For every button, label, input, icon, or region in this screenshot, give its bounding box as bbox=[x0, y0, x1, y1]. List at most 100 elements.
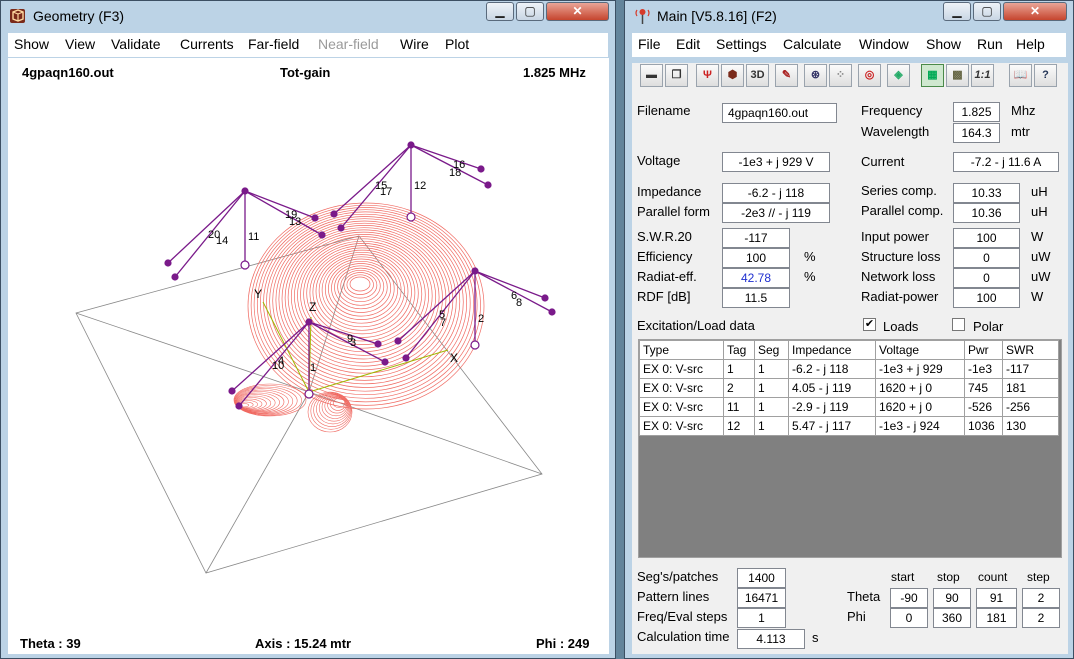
edit-icon[interactable]: ✎ bbox=[775, 64, 798, 87]
freq-steps-field[interactable]: 1 bbox=[737, 608, 786, 628]
cell-tag[interactable]: 2 bbox=[723, 378, 755, 398]
theta-stop-field[interactable]: 90 bbox=[933, 588, 971, 608]
cell-seg[interactable]: 1 bbox=[754, 378, 789, 398]
menu-show[interactable]: Show bbox=[14, 36, 49, 52]
3d-icon[interactable]: 3D bbox=[746, 64, 769, 87]
cell-tag[interactable]: 11 bbox=[723, 397, 755, 417]
menu-view[interactable]: View bbox=[65, 36, 95, 52]
theta-step-field[interactable]: 2 bbox=[1022, 588, 1060, 608]
phi-stop-field[interactable]: 360 bbox=[933, 608, 971, 628]
phi-step-field[interactable]: 2 bbox=[1022, 608, 1060, 628]
menu-file[interactable]: File bbox=[638, 36, 661, 52]
frequency-field[interactable]: 1.825 bbox=[953, 102, 1000, 122]
optimize-icon[interactable]: ◈ bbox=[887, 64, 910, 87]
cell-pwr[interactable]: 745 bbox=[964, 378, 1003, 398]
cell-tag[interactable]: 1 bbox=[723, 359, 755, 379]
grid-icon[interactable]: ▩ bbox=[946, 64, 969, 87]
menu-show-main[interactable]: Show bbox=[926, 36, 961, 52]
minimize-button[interactable]: ▁ bbox=[486, 2, 514, 21]
main-close-button[interactable]: ✕ bbox=[1003, 2, 1067, 21]
cell-voltage[interactable]: 1620 + j 0 bbox=[875, 378, 965, 398]
menu-help[interactable]: Help bbox=[1016, 36, 1045, 52]
col-pwr[interactable]: Pwr bbox=[964, 340, 1003, 360]
cell-tag[interactable]: 12 bbox=[723, 416, 755, 436]
cell-seg[interactable]: 1 bbox=[754, 397, 789, 417]
cell-pwr[interactable]: -1e3 bbox=[964, 359, 1003, 379]
maximize-button[interactable]: ▢ bbox=[516, 2, 544, 21]
menu-window[interactable]: Window bbox=[859, 36, 909, 52]
main-window[interactable]: Main [V5.8.16] (F2) ▁ ▢ ✕ File Edit Sett… bbox=[624, 0, 1074, 659]
geometry-window[interactable]: Geometry (F3) ▁ ▢ ✕ Show View Validate C… bbox=[0, 0, 616, 659]
close-button[interactable]: ✕ bbox=[546, 2, 609, 21]
col-type[interactable]: Type bbox=[639, 340, 724, 360]
menu-edit[interactable]: Edit bbox=[676, 36, 700, 52]
antenna-icon[interactable]: Ψ bbox=[696, 64, 719, 87]
cell-seg[interactable]: 1 bbox=[754, 416, 789, 436]
cell-voltage[interactable]: -1e3 - j 924 bbox=[875, 416, 965, 436]
col-seg[interactable]: Seg bbox=[754, 340, 789, 360]
theta-start-field[interactable]: -90 bbox=[890, 588, 928, 608]
antenna-3d-view[interactable]: X Y Z 1234567891011121314151617181920 bbox=[8, 82, 609, 652]
cell-pwr[interactable]: -526 bbox=[964, 397, 1003, 417]
cell-type[interactable]: EX 0: V-src bbox=[639, 397, 724, 417]
cell-pwr[interactable]: 1036 bbox=[964, 416, 1003, 436]
target-icon[interactable]: ◎ bbox=[858, 64, 881, 87]
nearfield-icon[interactable]: ⁘ bbox=[829, 64, 852, 87]
cell-type[interactable]: EX 0: V-src bbox=[639, 416, 724, 436]
col-tag[interactable]: Tag bbox=[723, 340, 755, 360]
geometry-canvas[interactable]: 4gpaqn160.out Tot-gain 1.825 MHz Theta :… bbox=[8, 58, 609, 654]
menu-calculate[interactable]: Calculate bbox=[783, 36, 841, 52]
table-row[interactable]: EX 0: V-src 11 1 -2.9 - j 119 1620 + j 0… bbox=[639, 397, 1059, 417]
table-row[interactable]: EX 0: V-src 1 1 -6.2 - j 118 -1e3 + j 92… bbox=[639, 359, 1059, 379]
cell-impedance[interactable]: 4.05 - j 119 bbox=[788, 378, 876, 398]
cell-impedance[interactable]: -2.9 - j 119 bbox=[788, 397, 876, 417]
filename-field[interactable]: 4gpaqn160.out bbox=[722, 103, 837, 123]
cell-seg[interactable]: 1 bbox=[754, 359, 789, 379]
phi-count-field[interactable]: 181 bbox=[976, 608, 1017, 628]
calculator-icon[interactable]: ▦ bbox=[921, 64, 944, 87]
menu-far-field[interactable]: Far-field bbox=[248, 36, 299, 52]
geometry-cube-icon[interactable]: ⬢ bbox=[721, 64, 744, 87]
help-icon[interactable]: ? bbox=[1034, 64, 1057, 87]
swr-icon[interactable]: 1:1 bbox=[971, 64, 994, 87]
polar-checkbox[interactable] bbox=[952, 318, 965, 331]
input-power-field[interactable]: 100 bbox=[953, 228, 1020, 248]
cell-impedance[interactable]: 5.47 - j 117 bbox=[788, 416, 876, 436]
main-minimize-button[interactable]: ▁ bbox=[943, 2, 971, 21]
geometry-titlebar[interactable]: Geometry (F3) ▁ ▢ ✕ bbox=[1, 1, 615, 31]
cell-swr[interactable]: -117 bbox=[1002, 359, 1059, 379]
pattern-contour bbox=[346, 274, 374, 295]
cell-voltage[interactable]: -1e3 + j 929 bbox=[875, 359, 965, 379]
excitation-table-area[interactable]: Type Tag Seg Impedance Voltage Pwr SWR E… bbox=[638, 339, 1062, 558]
open-icon[interactable]: ▬ bbox=[640, 64, 663, 87]
col-swr[interactable]: SWR bbox=[1002, 340, 1059, 360]
cell-swr[interactable]: 130 bbox=[1002, 416, 1059, 436]
cell-type[interactable]: EX 0: V-src bbox=[639, 378, 724, 398]
cell-type[interactable]: EX 0: V-src bbox=[639, 359, 724, 379]
pattern-icon[interactable]: ⊛ bbox=[804, 64, 827, 87]
main-maximize-button[interactable]: ▢ bbox=[973, 2, 1001, 21]
menu-currents[interactable]: Currents bbox=[180, 36, 234, 52]
cell-impedance[interactable]: -6.2 - j 118 bbox=[788, 359, 876, 379]
menu-wire[interactable]: Wire bbox=[400, 36, 429, 52]
main-titlebar[interactable]: Main [V5.8.16] (F2) ▁ ▢ ✕ bbox=[625, 1, 1073, 31]
col-impedance[interactable]: Impedance bbox=[788, 340, 876, 360]
unit-w-radiat: W bbox=[1031, 289, 1044, 304]
copy-icon[interactable]: ❐ bbox=[665, 64, 688, 87]
menu-near-field[interactable]: Near-field bbox=[318, 36, 379, 52]
table-row[interactable]: EX 0: V-src 2 1 4.05 - j 119 1620 + j 0 … bbox=[639, 378, 1059, 398]
cell-voltage[interactable]: 1620 + j 0 bbox=[875, 397, 965, 417]
loads-checkbox[interactable]: ✔ bbox=[863, 318, 876, 331]
table-row[interactable]: EX 0: V-src 12 1 5.47 - j 117 -1e3 - j 9… bbox=[639, 416, 1059, 436]
col-voltage[interactable]: Voltage bbox=[875, 340, 965, 360]
menu-plot[interactable]: Plot bbox=[445, 36, 469, 52]
excitation-table[interactable]: Type Tag Seg Impedance Voltage Pwr SWR E… bbox=[639, 340, 1059, 436]
menu-settings[interactable]: Settings bbox=[716, 36, 767, 52]
theta-count-field[interactable]: 91 bbox=[976, 588, 1017, 608]
cell-swr[interactable]: 181 bbox=[1002, 378, 1059, 398]
menu-validate[interactable]: Validate bbox=[111, 36, 161, 52]
menu-run[interactable]: Run bbox=[977, 36, 1003, 52]
book-icon[interactable]: 📖 bbox=[1009, 64, 1032, 87]
cell-swr[interactable]: -256 bbox=[1002, 397, 1059, 417]
phi-start-field[interactable]: 0 bbox=[890, 608, 928, 628]
